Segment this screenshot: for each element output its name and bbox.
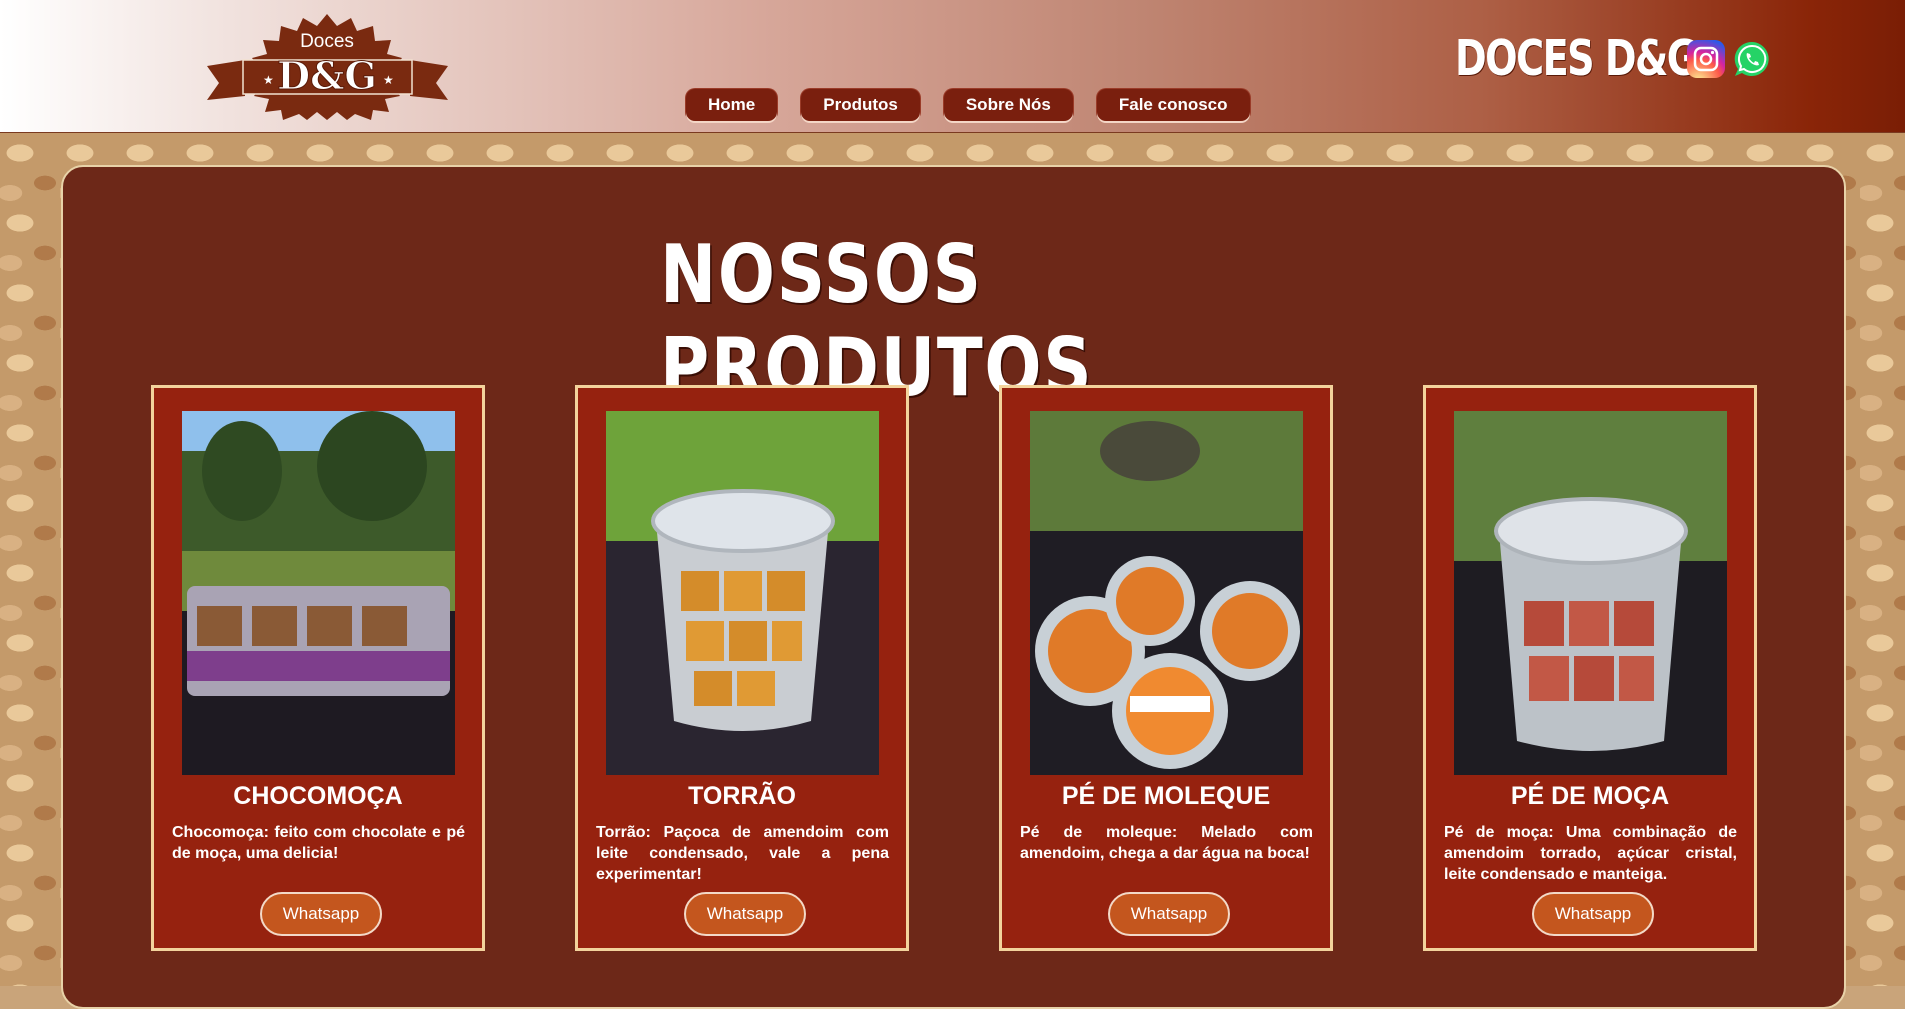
product-description: Chocomoça: feito com chocolate e pé de m… [172, 824, 465, 862]
product-name: PÉ DE MOÇA [1510, 782, 1670, 810]
nav-sobre-nos[interactable]: Sobre Nós [943, 89, 1073, 121]
main-nav: Home Produtos Sobre Nós Fale conosco [686, 89, 1250, 121]
svg-text:★: ★ [383, 73, 394, 87]
product-name: TORRÃO [688, 782, 796, 810]
brand-logo[interactable]: Doces D&G ★ ★ [205, 14, 450, 120]
svg-text:★: ★ [263, 73, 274, 87]
logo-top-text: Doces [300, 31, 354, 52]
product-card: PÉ DE MOLEQUE Pé de moleque: Melado com … [999, 385, 1333, 951]
brand-name: DOCES D&G [1455, 30, 1698, 87]
whatsapp-button[interactable]: Whatsapp [1532, 892, 1654, 936]
product-photo-torrao [606, 411, 879, 775]
product-photo-pe-de-moleque [1030, 411, 1303, 775]
whatsapp-icon[interactable] [1733, 40, 1771, 78]
product-photo-chocomoca [182, 411, 455, 775]
whatsapp-button[interactable]: Whatsapp [684, 892, 806, 936]
site-header: Doces D&G ★ ★ Home Produtos Sobre Nós Fa… [0, 0, 1905, 133]
product-photo-pe-de-moca [1454, 411, 1727, 775]
instagram-icon[interactable] [1687, 40, 1725, 78]
logo-main-text: D&G [277, 53, 377, 98]
product-card: PÉ DE MOÇA Pé de moça: Uma combinação de… [1423, 385, 1757, 951]
nav-produtos[interactable]: Produtos [801, 89, 920, 121]
product-name: PÉ DE MOLEQUE [1061, 782, 1271, 810]
product-description: Torrão: Paçoca de amendoim com leite con… [596, 824, 889, 883]
nav-home[interactable]: Home [686, 89, 778, 121]
product-card: CHOCOMOÇA Chocomoça: feito com chocolate… [151, 385, 485, 951]
product-name: CHOCOMOÇA [233, 782, 403, 810]
product-description: Pé de moça: Uma combinação de amendoim t… [1444, 824, 1737, 883]
whatsapp-button[interactable]: Whatsapp [1108, 892, 1230, 936]
whatsapp-button[interactable]: Whatsapp [260, 892, 382, 936]
product-card: TORRÃO Torrão: Paçoca de amendoim com le… [575, 385, 909, 951]
nav-fale-conosco[interactable]: Fale conosco [1096, 89, 1250, 121]
product-description: Pé de moleque: Melado com amendoim, cheg… [1020, 824, 1313, 862]
